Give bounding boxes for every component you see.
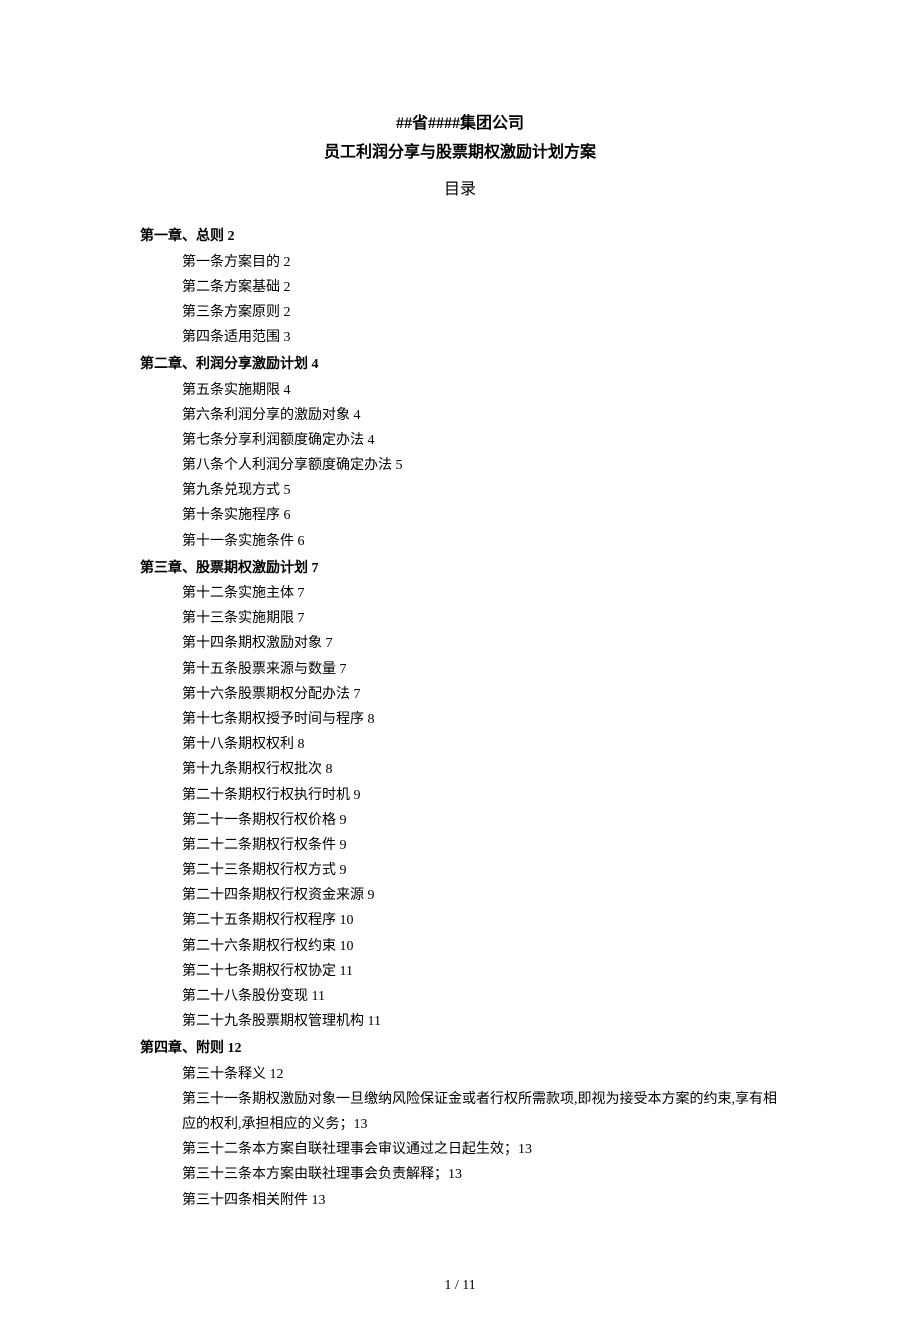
toc-item: 第二十六条期权行权约束 10 xyxy=(140,934,780,959)
toc-item: 第三十条释义 12 xyxy=(140,1062,780,1087)
toc-item: 第二十九条股票期权管理机构 11 xyxy=(140,1009,780,1034)
toc-item: 第八条个人利润分享额度确定办法 5 xyxy=(140,453,780,478)
toc-item: 第三十四条相关附件 13 xyxy=(140,1188,780,1213)
toc-item: 第三十三条本方案由联社理事会负责解释；13 xyxy=(140,1162,780,1187)
toc-item: 第六条利润分享的激励对象 4 xyxy=(140,403,780,428)
toc-item: 第十条实施程序 6 xyxy=(140,503,780,528)
toc-item: 第三十一条期权激励对象一旦缴纳风险保证金或者行权所需款项,即视为接受本方案的约束… xyxy=(140,1087,780,1137)
toc-content: 第一章、总则 2 第一条方案目的 2 第二条方案基础 2 第三条方案原则 2 第… xyxy=(140,224,780,1212)
toc-item: 第二十八条股份变现 11 xyxy=(140,984,780,1009)
page-number: 1 / 11 xyxy=(140,1273,780,1298)
toc-item: 第七条分享利润额度确定办法 4 xyxy=(140,428,780,453)
chapter-heading: 第二章、利润分享激励计划 4 xyxy=(140,352,780,377)
toc-item: 第十三条实施期限 7 xyxy=(140,606,780,631)
toc-item: 第二十二条期权行权条件 9 xyxy=(140,833,780,858)
toc-item: 第二十三条期权行权方式 9 xyxy=(140,858,780,883)
toc-item: 第十二条实施主体 7 xyxy=(140,581,780,606)
toc-item: 第九条兑现方式 5 xyxy=(140,478,780,503)
toc-item: 第一条方案目的 2 xyxy=(140,250,780,275)
toc-item: 第二十条期权行权执行时机 9 xyxy=(140,783,780,808)
toc-item: 第三十二条本方案自联社理事会审议通过之日起生效；13 xyxy=(140,1137,780,1162)
toc-item: 第二条方案基础 2 xyxy=(140,275,780,300)
toc-item: 第五条实施期限 4 xyxy=(140,378,780,403)
toc-item: 第十八条期权权利 8 xyxy=(140,732,780,757)
title-block: ##省####集团公司 员工利润分享与股票期权激励计划方案 目录 xyxy=(140,110,780,204)
toc-item: 第二十四条期权行权资金来源 9 xyxy=(140,883,780,908)
toc-item: 第十五条股票来源与数量 7 xyxy=(140,657,780,682)
toc-item: 第三条方案原则 2 xyxy=(140,300,780,325)
chapter-heading: 第一章、总则 2 xyxy=(140,224,780,249)
chapter-heading: 第四章、附则 12 xyxy=(140,1036,780,1061)
toc-item: 第十九条期权行权批次 8 xyxy=(140,757,780,782)
toc-item: 第四条适用范围 3 xyxy=(140,325,780,350)
toc-item: 第十七条期权授予时间与程序 8 xyxy=(140,707,780,732)
toc-title: 目录 xyxy=(140,176,780,205)
toc-item: 第十四条期权激励对象 7 xyxy=(140,631,780,656)
toc-item: 第二十五条期权行权程序 10 xyxy=(140,908,780,933)
chapter-heading: 第三章、股票期权激励计划 7 xyxy=(140,556,780,581)
title-line2: 员工利润分享与股票期权激励计划方案 xyxy=(140,139,780,168)
toc-item: 第二十一条期权行权价格 9 xyxy=(140,808,780,833)
toc-item: 第十六条股票期权分配办法 7 xyxy=(140,682,780,707)
title-line1: ##省####集团公司 xyxy=(140,110,780,139)
toc-item: 第十一条实施条件 6 xyxy=(140,529,780,554)
toc-item: 第二十七条期权行权协定 11 xyxy=(140,959,780,984)
